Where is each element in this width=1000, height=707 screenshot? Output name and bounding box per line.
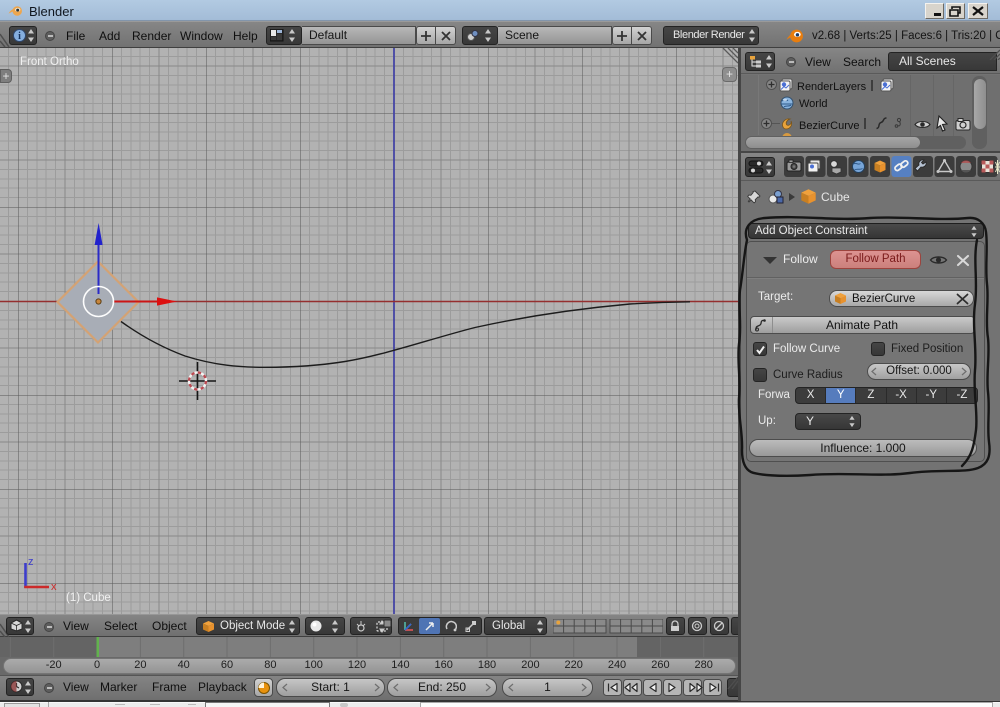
svg-text:x: x [51,581,57,593]
svg-text:z: z [28,556,34,568]
svg-text:i: i [18,31,21,42]
